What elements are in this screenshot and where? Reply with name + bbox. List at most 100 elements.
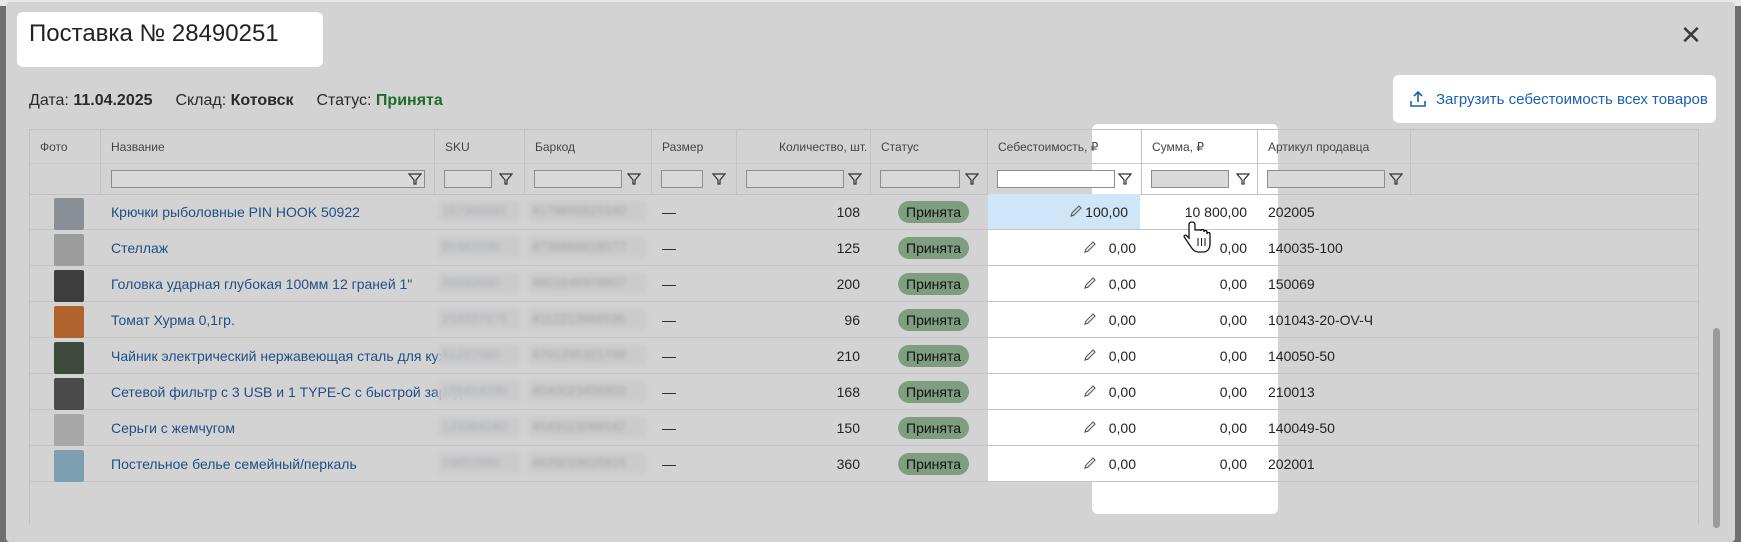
quantity-value: 125: [836, 240, 860, 256]
status-badge: Принята: [898, 417, 970, 439]
product-thumbnail: [54, 450, 84, 482]
sku-blurred: 155414230: [438, 380, 520, 402]
col-article[interactable]: Артикул продавца: [1268, 140, 1369, 154]
edit-pencil-icon[interactable]: [1082, 419, 1098, 435]
product-thumbnail: [54, 270, 84, 302]
sku-blurred: 36892890: [438, 272, 520, 294]
product-name-link[interactable]: Сетевой фильтр с 3 USB и 1 TYPE-C с быст…: [111, 384, 468, 400]
product-name-link[interactable]: Чайник электрический нержавеющая сталь д…: [111, 348, 457, 364]
col-sum[interactable]: Сумма, ₽: [1152, 140, 1204, 154]
filter-size-input[interactable]: [661, 170, 703, 188]
table-row[interactable]: Крючки рыболовные PIN HOOK 50922 1573868…: [30, 194, 1698, 230]
quantity-value: 96: [844, 312, 860, 328]
filter-sum-input[interactable]: [1151, 170, 1229, 188]
filter-status-input[interactable]: [880, 170, 960, 188]
filter-sku-input[interactable]: [444, 170, 492, 188]
sum-value: 0,00: [1219, 420, 1247, 436]
edit-pencil-icon[interactable]: [1082, 239, 1098, 255]
edit-pencil-icon[interactable]: [1082, 455, 1098, 471]
sum-value: 0,00: [1219, 348, 1247, 364]
col-status[interactable]: Статус: [881, 140, 919, 154]
status-value: Принята: [375, 92, 443, 109]
sum-value: 10 800,00: [1184, 204, 1247, 220]
upload-icon: [1410, 90, 1426, 107]
product-name-link[interactable]: Постельное белье семейный/перкаль: [111, 456, 357, 472]
sku-blurred: 157386891: [438, 200, 520, 222]
table-row[interactable]: Постельное белье семейный/перкаль 146529…: [30, 446, 1698, 482]
cost-cell[interactable]: 0,00: [988, 410, 1148, 445]
table-row[interactable]: Серьги с жемчугом 123384180 454311309854…: [30, 410, 1698, 446]
cost-cell[interactable]: 0,00: [988, 230, 1148, 265]
table-row[interactable]: Сетевой фильтр с 3 USB и 1 TYPE-C с быст…: [30, 374, 1698, 410]
col-photo[interactable]: Фото: [40, 140, 68, 154]
quantity-value: 210: [836, 348, 860, 364]
table-row[interactable]: Головка ударная глубокая 100мм 12 граней…: [30, 266, 1698, 302]
filter-icon[interactable]: [711, 172, 727, 186]
barcode-blurred: 4543113098542: [528, 416, 646, 438]
filter-icon[interactable]: [626, 172, 642, 186]
filter-quantity-input[interactable]: [746, 170, 844, 188]
hand-cursor-icon: [1183, 221, 1211, 253]
cost-value: 0,00: [1108, 384, 1136, 400]
filter-icon[interactable]: [1235, 172, 1251, 186]
quantity-value: 360: [836, 456, 860, 472]
edit-pencil-icon[interactable]: [1082, 275, 1098, 291]
table-row[interactable]: Томат Хурма 0,1гр. 219337475 41122138665…: [30, 302, 1698, 338]
cost-cell[interactable]: 0,00: [988, 266, 1148, 301]
filter-icon[interactable]: [847, 172, 863, 186]
col-sku[interactable]: SKU: [445, 140, 470, 154]
product-name-link[interactable]: Головка ударная глубокая 100мм 12 граней…: [111, 276, 412, 292]
col-name[interactable]: Название: [111, 140, 165, 154]
vertical-scrollbar[interactable]: [1713, 328, 1720, 528]
table-row[interactable]: Чайник электрический нержавеющая сталь д…: [30, 338, 1698, 374]
seller-article: 140050-50: [1268, 348, 1335, 364]
filter-icon[interactable]: [1117, 172, 1133, 186]
close-icon[interactable]: ✕: [1680, 22, 1702, 48]
warehouse-value: Котовск: [230, 92, 294, 109]
sku-blurred: 219337475: [438, 308, 520, 330]
product-name-link[interactable]: Томат Хурма 0,1гр.: [111, 312, 235, 328]
filter-icon[interactable]: [498, 172, 514, 186]
size-value: —: [662, 384, 676, 400]
sku-blurred: 14652990: [438, 452, 520, 474]
cost-cell[interactable]: 0,00: [988, 374, 1148, 409]
col-cost[interactable]: Себестоимость, ₽: [998, 140, 1098, 154]
quantity-value: 108: [836, 204, 860, 220]
product-name-link[interactable]: Крючки рыболовные PIN HOOK 50922: [111, 204, 360, 220]
filter-cost-input[interactable]: [997, 170, 1115, 188]
size-value: —: [662, 276, 676, 292]
product-name-link[interactable]: Серьги с жемчугом: [111, 420, 235, 436]
cost-cell[interactable]: 0,00: [988, 302, 1148, 337]
upload-cost-button[interactable]: Загрузить себестоимость всех товаров: [1408, 89, 1708, 109]
cost-value: 0,00: [1108, 420, 1136, 436]
cost-cell[interactable]: 0,00: [988, 338, 1148, 373]
edit-pencil-icon[interactable]: [1068, 203, 1084, 219]
cost-cell[interactable]: 100,00: [988, 194, 1140, 229]
col-barcode[interactable]: Баркод: [535, 140, 575, 154]
seller-article: 210013: [1268, 384, 1315, 400]
size-value: —: [662, 348, 676, 364]
edit-pencil-icon[interactable]: [1082, 311, 1098, 327]
filter-barcode-input[interactable]: [534, 170, 622, 188]
product-thumbnail: [54, 198, 84, 230]
cost-value: 0,00: [1108, 240, 1136, 256]
filter-name-input[interactable]: [111, 170, 425, 188]
filter-icon[interactable]: [964, 172, 980, 186]
edit-pencil-icon[interactable]: [1082, 347, 1098, 363]
filter-article-input[interactable]: [1267, 170, 1385, 188]
edit-pencil-icon[interactable]: [1082, 383, 1098, 399]
table-row[interactable]: Стеллаж 81462230 4736868618577 — 125 При…: [30, 230, 1698, 266]
product-name-link[interactable]: Стеллаж: [111, 240, 168, 256]
col-quantity[interactable]: Количество, шт.: [779, 140, 867, 154]
filter-icon[interactable]: [407, 172, 423, 186]
filter-icon[interactable]: [1388, 172, 1404, 186]
col-size[interactable]: Размер: [662, 140, 703, 154]
upload-cost-label: Загрузить себестоимость всех товаров: [1436, 90, 1708, 108]
quantity-value: 168: [836, 384, 860, 400]
sum-value: 0,00: [1219, 456, 1247, 472]
product-thumbnail: [54, 342, 84, 374]
barcode-blurred: 4540023456902: [528, 380, 646, 402]
cost-cell[interactable]: 0,00: [988, 446, 1148, 481]
sku-blurred: 123384180: [438, 416, 520, 438]
status-badge: Принята: [898, 237, 970, 259]
